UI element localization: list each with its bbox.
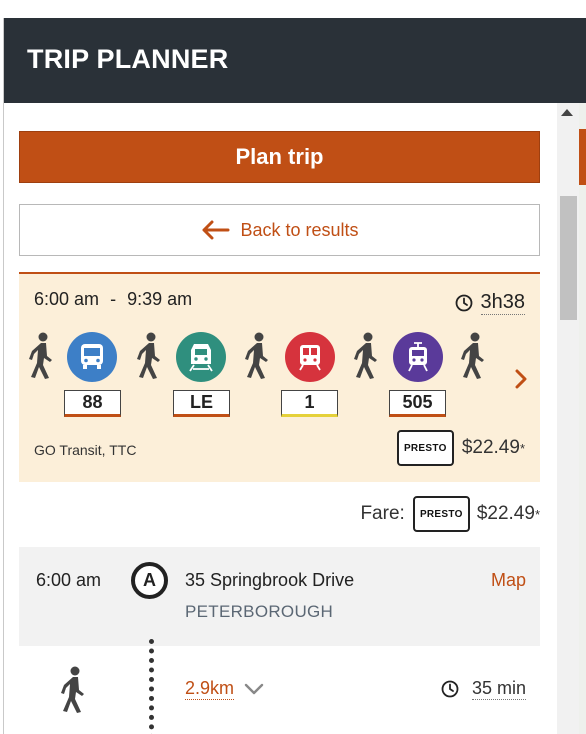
fare-summary: Fare: PRESTO $22.49 * [360,496,540,532]
panel-content: Plan trip Back to results 6:00 am - 9:39… [4,103,557,734]
train-icon [189,344,213,372]
panel-scrollbar[interactable] [557,103,579,734]
presto-logo: PRESTO [396,430,454,466]
fare-label: Fare: [360,503,405,524]
walk-duration: 35 min [441,678,526,700]
walk-icon [29,332,52,379]
bus-icon [81,344,103,369]
subway-mode-icon [285,332,335,382]
streetcar-icon [408,342,428,372]
stop-city: PETERBOROUGH [185,602,334,621]
plan-trip-button[interactable]: Plan trip [19,131,540,183]
stop-name: 35 Springbrook Drive [185,570,355,590]
scroll-up-arrow-icon[interactable] [561,109,573,116]
trip-times: 6:00 am - 9:39 am [34,289,192,310]
walk-distance-toggle[interactable]: 2.9km [185,678,264,700]
map-edge [579,103,586,734]
walk-duration-value: 35 min [471,678,526,700]
trip-legs: 88 LE 1 505 [19,332,540,422]
walk-icon [61,666,84,713]
back-to-results-label: Back to results [240,219,359,240]
walk-icon [245,332,268,379]
panel-header: TRIP PLANNER [4,18,586,103]
stop-marker-a: A [131,562,168,599]
walk-icon [461,332,484,379]
fare-note: * [534,506,540,522]
trip-fare-amount: $22.49 [461,437,520,458]
walk-distance: 2.9km [185,678,235,700]
route-badge-1: 1 [281,390,338,417]
chevron-down-icon [244,683,264,695]
arrive-time: 9:39 am [127,289,193,309]
trip-fare-note: * [519,440,525,456]
trip-planner-panel: TRIP PLANNER Plan trip Back to results 6… [3,18,586,734]
chevron-right-icon[interactable] [514,368,528,390]
presto-logo: PRESTO [412,496,470,532]
route-badge-88: 88 [64,390,121,417]
route-badge-le: LE [173,390,230,417]
train-mode-icon [176,332,226,382]
map-link[interactable]: Map [491,570,526,591]
subway-icon [299,345,321,371]
bus-mode-icon [67,332,117,382]
arrow-left-icon [202,220,230,240]
walk-icon [137,332,160,379]
clock-icon [441,680,459,698]
scrollbar-thumb[interactable] [560,196,577,320]
origin-stop: 6:00 am A 35 Springbrook Drive PETERBORO… [19,547,540,646]
back-to-results-button[interactable]: Back to results [19,204,540,256]
trip-card-fare: PRESTO $22.49 * [396,430,525,466]
walk-segment: 2.9km 35 min [19,646,540,734]
trip-duration: 3h38 [455,291,525,315]
trip-agencies: GO Transit, TTC [34,442,137,458]
stop-time: 6:00 am [36,570,102,590]
walk-icon [354,332,377,379]
trip-result-card[interactable]: 6:00 am - 9:39 am 3h38 88 LE 1 505 GO Tr… [19,272,540,482]
clock-icon [455,294,472,312]
fare-amount: $22.49 [476,503,535,524]
route-badge-505: 505 [389,390,446,417]
streetcar-mode-icon [393,332,443,382]
time-separator: - [110,289,117,309]
duration-value: 3h38 [480,291,525,315]
panel-title: TRIP PLANNER [27,44,229,74]
depart-time: 6:00 am [34,289,100,309]
map-edge-accent [579,129,586,185]
